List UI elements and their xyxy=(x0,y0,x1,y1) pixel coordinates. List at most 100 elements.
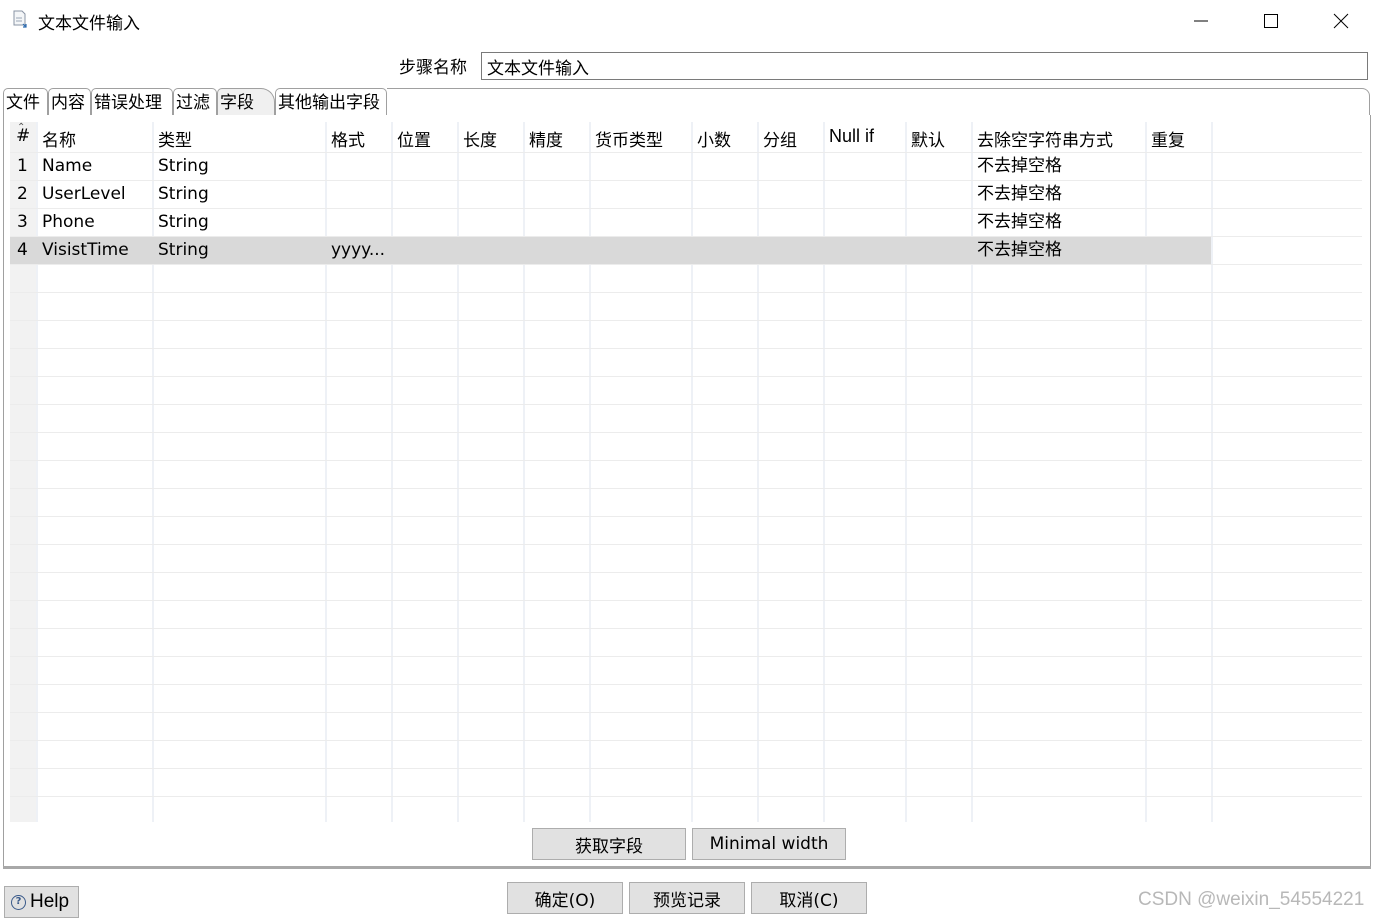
row-divider xyxy=(10,376,1362,377)
step-name-input[interactable] xyxy=(481,52,1368,80)
column-divider[interactable] xyxy=(589,122,591,822)
cell-num[interactable]: 3 xyxy=(17,208,28,236)
column-header-null-if[interactable]: Null if xyxy=(829,126,874,147)
column-header-number[interactable]: # xyxy=(16,126,30,146)
cell-name[interactable]: Name xyxy=(42,152,92,180)
row-divider xyxy=(10,656,1362,657)
column-header-trim-type[interactable]: 去除空字符串方式 xyxy=(977,126,1113,151)
close-button[interactable] xyxy=(1306,0,1376,42)
cell-name[interactable]: Phone xyxy=(42,208,95,236)
tab-label: 错误处理 xyxy=(94,93,162,113)
row-divider xyxy=(10,684,1362,685)
tab-fields[interactable]: 字段 xyxy=(217,88,275,116)
row-divider xyxy=(10,208,1362,209)
column-divider[interactable] xyxy=(905,122,907,822)
maximize-button[interactable] xyxy=(1236,0,1306,42)
minimal-width-button[interactable]: Minimal width xyxy=(692,828,846,860)
cell-type[interactable]: String xyxy=(158,152,209,180)
cell-trim[interactable]: 不去掉空格 xyxy=(977,236,1062,264)
column-header-position[interactable]: 位置 xyxy=(397,126,431,151)
minimize-icon xyxy=(1194,20,1208,22)
maximize-icon xyxy=(1264,14,1278,28)
cell-type[interactable]: String xyxy=(158,208,209,236)
column-header-repeat[interactable]: 重复 xyxy=(1151,126,1185,151)
column-divider[interactable] xyxy=(391,122,393,822)
row-divider xyxy=(10,740,1362,741)
cancel-button[interactable]: 取消(C) xyxy=(751,882,867,914)
column-header-name[interactable]: 名称 xyxy=(42,126,76,151)
column-divider[interactable] xyxy=(971,122,973,822)
tab-label: 内容 xyxy=(51,93,85,113)
column-divider[interactable] xyxy=(1211,122,1213,822)
row-divider xyxy=(10,600,1362,601)
column-header-format[interactable]: 格式 xyxy=(331,126,365,151)
cell-num[interactable]: 1 xyxy=(17,152,28,180)
tab-bar: 文件 内容 错误处理 过滤 字段 其他输出字段 xyxy=(3,86,1370,116)
column-divider[interactable] xyxy=(823,122,825,822)
window-title: 文本文件输入 xyxy=(38,14,140,34)
minimize-button[interactable] xyxy=(1166,0,1236,42)
help-button[interactable]: ? Help xyxy=(4,886,79,918)
panel-divider xyxy=(3,866,1371,869)
column-header-precision[interactable]: 精度 xyxy=(529,126,563,151)
cell-name[interactable]: VisistTime xyxy=(42,236,129,264)
cell-name[interactable]: UserLevel xyxy=(42,180,126,208)
tab-filter[interactable]: 过滤 xyxy=(173,88,217,116)
column-header-type[interactable]: 类型 xyxy=(158,126,192,151)
row-divider xyxy=(10,628,1362,629)
column-divider[interactable] xyxy=(691,122,693,822)
column-header-group[interactable]: 分组 xyxy=(763,126,797,151)
tab-content[interactable]: 内容 xyxy=(48,88,91,116)
row-divider xyxy=(10,572,1362,573)
row-divider xyxy=(10,348,1362,349)
help-label: Help xyxy=(30,891,70,912)
get-fields-button[interactable]: 获取字段 xyxy=(532,828,686,860)
row-divider xyxy=(10,320,1362,321)
cell-format[interactable]: yyyy... xyxy=(331,236,385,264)
cell-trim[interactable]: 不去掉空格 xyxy=(977,152,1062,180)
row-divider xyxy=(10,544,1362,545)
row-divider xyxy=(10,180,1362,181)
column-header-decimal[interactable]: 小数 xyxy=(697,126,731,151)
column-divider[interactable] xyxy=(457,122,459,822)
row-divider xyxy=(10,292,1362,293)
column-divider[interactable] xyxy=(36,122,38,822)
row-divider xyxy=(10,712,1362,713)
row-divider xyxy=(10,488,1362,489)
help-icon: ? xyxy=(11,894,26,910)
tab-error-handling[interactable]: 错误处理 xyxy=(91,88,173,116)
column-divider[interactable] xyxy=(1145,122,1147,822)
row-divider xyxy=(10,460,1362,461)
fields-table[interactable]: ⌃ # 名称 类型 格式 位置 长度 精度 货币类型 小数 分组 Null if… xyxy=(10,122,1370,822)
tab-other-output-fields[interactable]: 其他输出字段 xyxy=(275,88,387,116)
cell-type[interactable]: String xyxy=(158,236,209,264)
tab-label: 文件 xyxy=(6,93,40,113)
cell-num[interactable]: 2 xyxy=(17,180,28,208)
tab-file[interactable]: 文件 xyxy=(3,88,48,116)
cell-trim[interactable]: 不去掉空格 xyxy=(977,180,1062,208)
ok-button[interactable]: 确定(O) xyxy=(507,882,623,914)
document-icon xyxy=(13,10,27,28)
column-header-currency[interactable]: 货币类型 xyxy=(595,126,663,151)
row-divider xyxy=(10,516,1362,517)
row-divider xyxy=(10,796,1362,797)
column-divider[interactable] xyxy=(325,122,327,822)
row-divider xyxy=(10,432,1362,433)
column-header-length[interactable]: 长度 xyxy=(463,126,497,151)
row-divider xyxy=(10,404,1362,405)
column-divider[interactable] xyxy=(523,122,525,822)
column-divider[interactable] xyxy=(152,122,154,822)
cell-num[interactable]: 4 xyxy=(17,236,28,264)
cell-trim[interactable]: 不去掉空格 xyxy=(977,208,1062,236)
tab-label: 字段 xyxy=(220,93,254,113)
column-header-default[interactable]: 默认 xyxy=(911,126,945,151)
watermark: CSDN @weixin_54554221 xyxy=(1138,889,1365,910)
step-name-label: 步骤名称 xyxy=(399,58,467,78)
close-icon xyxy=(1333,13,1349,29)
cell-type[interactable]: String xyxy=(158,180,209,208)
row-divider xyxy=(10,264,1362,265)
row-divider xyxy=(10,152,1362,153)
preview-button[interactable]: 预览记录 xyxy=(629,882,745,914)
column-divider[interactable] xyxy=(757,122,759,822)
tab-label: 其他输出字段 xyxy=(278,93,380,113)
